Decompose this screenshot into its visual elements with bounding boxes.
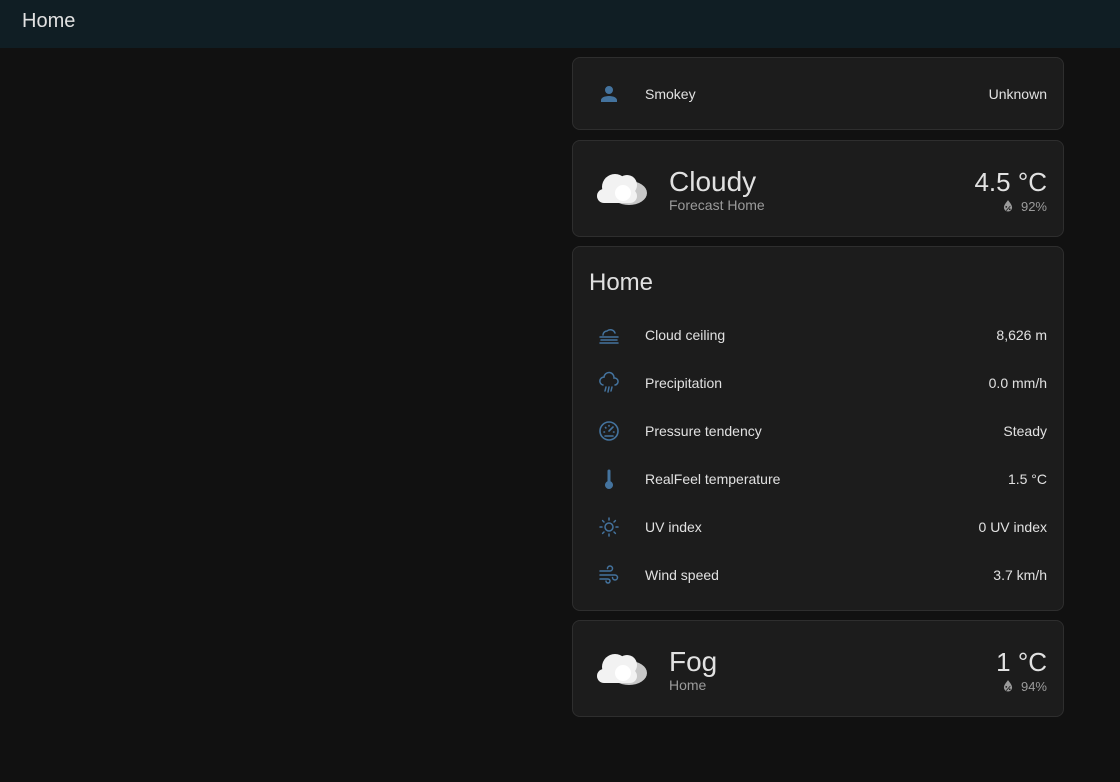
entity-row-pressure-tendency[interactable]: Pressure tendency Steady	[573, 407, 1063, 455]
weather-temperature: 4.5 °C	[974, 166, 1047, 197]
person-name: Smokey	[645, 85, 696, 102]
entity-row-realfeel-temperature[interactable]: RealFeel temperature 1.5 °C	[573, 455, 1063, 503]
weather-fog-icon	[589, 323, 629, 347]
row-value: 0.0 mm/h	[988, 375, 1047, 391]
account-icon	[589, 82, 629, 106]
entity-row-uv-index[interactable]: UV index 0 UV index	[573, 503, 1063, 551]
row-value: 3.7 km/h	[993, 567, 1047, 583]
entity-row-cloud-ceiling[interactable]: Cloud ceiling 8,626 m	[573, 311, 1063, 359]
row-label: Precipitation	[645, 375, 723, 391]
weather-home-card[interactable]: Fog Home 1 °C 94%	[572, 620, 1064, 717]
weather-humidity: 94%	[1001, 679, 1047, 694]
weather-forecast-card[interactable]: Cloudy Forecast Home 4.5 °C 92%	[572, 140, 1064, 237]
water-percent-icon	[1003, 680, 1013, 692]
entity-row-wind-speed[interactable]: Wind speed 3.7 km/h	[573, 551, 1063, 599]
person-card[interactable]: Smokey Unknown	[572, 57, 1064, 130]
weather-humidity: 92%	[1001, 199, 1047, 214]
row-value: 0 UV index	[978, 519, 1047, 535]
weather-temperature: 1 °C	[996, 646, 1047, 677]
row-label: Wind speed	[645, 567, 719, 583]
page-title: Home	[22, 9, 76, 32]
row-value: 1.5 °C	[1007, 471, 1047, 487]
row-label: RealFeel temperature	[645, 471, 781, 487]
weather-humidity-value: 94%	[1020, 678, 1047, 694]
weather-state: Cloudy	[669, 166, 757, 197]
row-label: UV index	[645, 519, 702, 535]
app-header: Home	[0, 0, 1120, 48]
wind-icon	[589, 563, 629, 587]
cloudy-icon	[597, 654, 647, 685]
sun-icon	[589, 515, 629, 539]
row-label: Cloud ceiling	[645, 327, 726, 343]
weather-humidity-value: 92%	[1020, 198, 1047, 214]
weather-name: Forecast Home	[669, 197, 765, 213]
weather-name: Home	[669, 677, 707, 693]
entities-card-title: Home	[589, 269, 654, 296]
weather-rainy-icon	[589, 371, 629, 395]
entities-card: Home Cloud ceiling 8,626 m Precipitation…	[572, 246, 1064, 611]
person-row[interactable]: Smokey Unknown	[573, 58, 1063, 129]
cloudy-icon	[597, 174, 647, 205]
entity-row-precipitation[interactable]: Precipitation 0.0 mm/h	[573, 359, 1063, 407]
water-percent-icon	[1003, 200, 1013, 212]
row-value: 8,626 m	[996, 327, 1047, 343]
person-state: Unknown	[988, 85, 1047, 102]
gauge-icon	[589, 419, 629, 443]
thermometer-icon	[589, 467, 629, 491]
row-label: Pressure tendency	[645, 423, 762, 439]
row-value: Steady	[1003, 423, 1047, 439]
weather-state: Fog	[669, 646, 718, 677]
